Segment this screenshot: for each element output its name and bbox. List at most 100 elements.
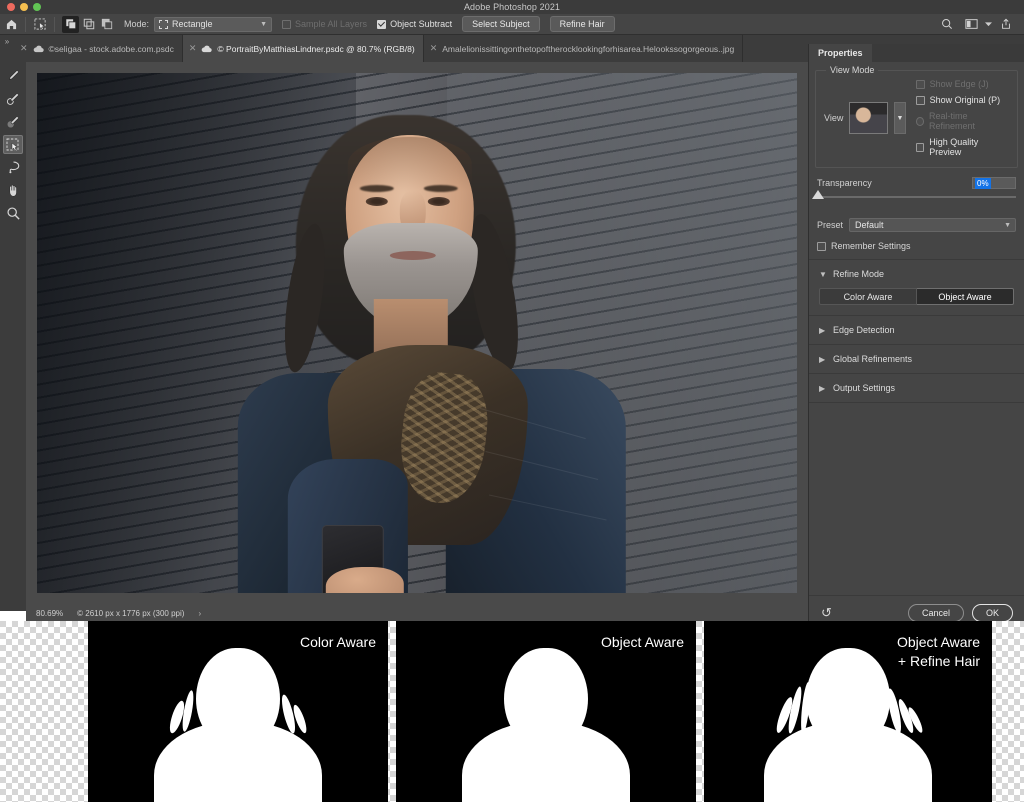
sample-all-layers-checkbox[interactable]: Sample All Layers (282, 19, 367, 29)
transparency-slider[interactable] (817, 196, 1016, 198)
show-original-option[interactable]: Show Original (P) (916, 95, 1009, 105)
mode-select-value: Rectangle (172, 19, 213, 29)
thumbnail-preview-image (850, 103, 887, 133)
preset-label: Preset (817, 220, 843, 230)
tool-lasso[interactable] (0, 156, 26, 179)
high-quality-preview-label: High Quality Preview (929, 137, 1009, 157)
canvas-work-area[interactable] (26, 62, 808, 611)
chevron-down-icon[interactable] (984, 15, 993, 34)
eyebrow-left (360, 185, 394, 192)
quick-selection-brush-tool-icon (3, 66, 23, 85)
app-title: Adobe Photoshop 2021 (0, 2, 1024, 12)
portrait-photo (37, 73, 797, 593)
cancel-button[interactable]: Cancel (908, 604, 964, 622)
tool-brush[interactable] (0, 110, 26, 133)
object-subtract-label: Object Subtract (390, 19, 452, 29)
view-mode-dropdown-chevron-down-icon[interactable]: ▼ (894, 102, 905, 134)
view-mode-row: View ▼ Show Edge (J) Show Original (P) (824, 79, 1009, 157)
zoom-level[interactable]: 80.69% (36, 609, 63, 618)
home-icon[interactable] (0, 15, 22, 34)
radio-box (916, 117, 924, 126)
view-mode-group: View Mode View ▼ Show Edge (J) (815, 70, 1018, 168)
select-subject-button[interactable]: Select Subject (462, 16, 540, 32)
reset-icon[interactable]: ↺ (821, 605, 832, 621)
panel-label-object-aware: Object Aware (601, 633, 684, 652)
tab-properties[interactable]: Properties (809, 44, 872, 62)
transparency-slider-thumb[interactable] (812, 190, 824, 199)
edge-detection-section[interactable]: ▶ Edge Detection (809, 315, 1024, 345)
panel-label-color-aware: Color Aware (300, 633, 376, 652)
checkbox-box (377, 20, 386, 29)
document-canvas[interactable] (37, 73, 797, 593)
show-edge-option[interactable]: Show Edge (J) (916, 79, 1009, 89)
object-selection-tool-icon[interactable] (29, 15, 51, 34)
subtract-from-selection-button[interactable] (98, 16, 115, 33)
document-tab-2[interactable]: ✕ © PortraitByMatthiasLindner.psdc @ 80.… (183, 35, 424, 62)
refine-edge-brush-tool-icon (3, 89, 23, 108)
color-aware-button[interactable]: Color Aware (819, 288, 917, 305)
mask-silhouette (154, 648, 322, 802)
checkbox-box (282, 20, 291, 29)
preset-value: Default (855, 220, 884, 230)
cloud-document-icon (201, 45, 212, 53)
options-bar: Mode: Rectangle ▼ Sample All Layers Obje… (0, 14, 1024, 35)
high-quality-preview-option[interactable]: High Quality Preview (916, 137, 1009, 157)
mask-silhouette (462, 648, 630, 802)
status-expand-icon[interactable]: › (198, 609, 201, 618)
mask-silhouette (764, 648, 932, 802)
transparency-label: Transparency (817, 178, 872, 188)
global-refinements-section[interactable]: ▶ Global Refinements (809, 345, 1024, 374)
status-bar: 80.69% © 2610 px x 1776 px (300 ppi) › (26, 605, 808, 621)
options-bar-right-icons (936, 15, 1024, 34)
workspace-icon[interactable] (960, 15, 982, 34)
document-tab-3-label: Amalelionissittingonthetopoftherocklooki… (442, 44, 734, 54)
lasso-tool-icon (3, 158, 23, 177)
object-subtract-checkbox[interactable]: Object Subtract (377, 19, 452, 29)
document-tab-2-label: © PortraitByMatthiasLindner.psdc @ 80.7%… (217, 44, 414, 54)
refine-mode-header[interactable]: ▼ Refine Mode (809, 260, 1024, 288)
tool-refine-edge-brush[interactable] (0, 87, 26, 110)
mode-select[interactable]: Rectangle ▼ (154, 17, 272, 32)
refine-mode-label: Refine Mode (833, 269, 884, 279)
tabs-scroll-left-icon[interactable]: » (0, 35, 14, 62)
tool-zoom[interactable] (0, 202, 26, 225)
share-icon[interactable] (995, 15, 1017, 34)
chevron-right-icon: ▶ (819, 384, 826, 393)
view-label: View (824, 113, 843, 123)
chevron-right-icon: ▶ (819, 355, 826, 364)
add-to-selection-button[interactable] (80, 16, 97, 33)
transparency-row: Transparency 0% (817, 177, 1016, 189)
object-aware-button[interactable]: Object Aware (917, 288, 1014, 305)
sample-all-layers-label: Sample All Layers (295, 19, 367, 29)
real-time-refinement-option[interactable]: Real-time Refinement (916, 111, 1009, 131)
eye-right (428, 197, 450, 206)
remember-settings-checkbox[interactable]: Remember Settings (817, 241, 1016, 251)
tool-quick-selection-brush[interactable] (0, 64, 26, 87)
close-tab-icon[interactable]: ✕ (189, 43, 197, 54)
chevron-down-icon: ▼ (1004, 222, 1011, 229)
close-tab-icon[interactable]: ✕ (20, 43, 28, 54)
tool-hand[interactable] (0, 179, 26, 202)
preset-row: Preset Default ▼ (817, 218, 1016, 232)
chevron-down-icon: ▼ (819, 270, 826, 279)
close-tab-icon[interactable]: ✕ (430, 43, 438, 54)
transparency-input[interactable]: 0% (972, 177, 1016, 189)
show-edge-label: Show Edge (J) (930, 79, 989, 89)
cloud-document-icon (33, 45, 44, 53)
document-tab-3[interactable]: ✕ Amalelionissittingonthetopoftherockloo… (424, 35, 744, 62)
new-selection-button[interactable] (62, 16, 79, 33)
preset-select[interactable]: Default ▼ (849, 218, 1016, 232)
document-tab-1[interactable]: ✕ ©seligaa - stock.adobe.com.psdc (14, 35, 183, 62)
comparison-panel-color-aware: Color Aware (88, 621, 388, 802)
remember-settings-label: Remember Settings (831, 241, 911, 251)
comparison-panel-object-aware-refine-hair: Object Aware + Refine Hair (704, 621, 992, 802)
view-mode-thumbnail[interactable] (849, 102, 888, 134)
output-settings-label: Output Settings (833, 383, 895, 393)
output-settings-section[interactable]: ▶ Output Settings (809, 374, 1024, 403)
ok-button[interactable]: OK (972, 604, 1013, 622)
tool-object-selection[interactable] (0, 133, 26, 156)
rectangle-marquee-icon (159, 20, 168, 29)
search-icon[interactable] (936, 15, 958, 34)
refine-hair-button[interactable]: Refine Hair (550, 16, 615, 32)
title-bar: Adobe Photoshop 2021 (0, 0, 1024, 14)
